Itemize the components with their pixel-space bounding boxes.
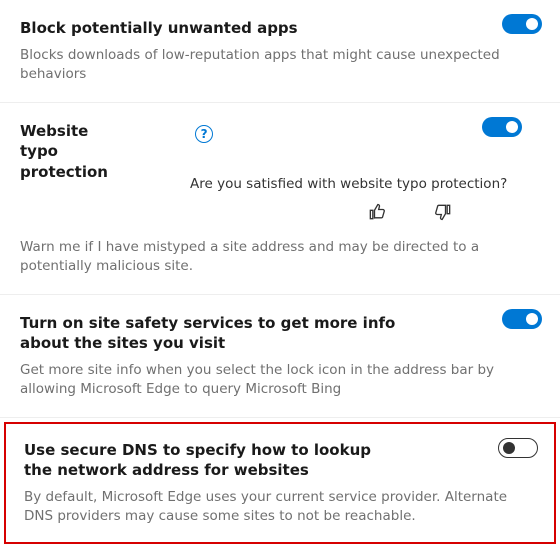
toggle-block-unwanted-apps[interactable] — [502, 14, 542, 34]
setting-description: Warn me if I have mistyped a site addres… — [20, 238, 540, 276]
feedback-prompt: Are you satisfied with website typo prot… — [190, 176, 540, 222]
setting-description: Blocks downloads of low-reputation apps … — [20, 46, 540, 84]
setting-website-typo-protection: Website typo protection ? Are you satisf… — [0, 103, 560, 295]
toggle-secure-dns[interactable] — [498, 438, 538, 458]
setting-description: By default, Microsoft Edge uses your cur… — [24, 488, 536, 526]
toggle-site-safety[interactable] — [502, 309, 542, 329]
toggle-typo-protection[interactable] — [482, 117, 522, 137]
feedback-question: Are you satisfied with website typo prot… — [190, 176, 540, 192]
setting-site-safety-services: Turn on site safety services to get more… — [0, 295, 560, 418]
setting-block-unwanted-apps: Block potentially unwanted apps Blocks d… — [0, 0, 560, 103]
setting-secure-dns: Use secure DNS to specify how to lookup … — [4, 422, 556, 544]
setting-title: Use secure DNS to specify how to lookup … — [24, 440, 464, 481]
setting-title: Block potentially unwanted apps — [20, 18, 540, 38]
setting-title: Turn on site safety services to get more… — [20, 313, 460, 354]
setting-description: Get more site info when you select the l… — [20, 361, 540, 399]
setting-title: Website typo protection — [20, 121, 140, 182]
thumbs-down-icon[interactable] — [433, 202, 453, 222]
thumbs-up-icon[interactable] — [367, 202, 387, 222]
help-icon[interactable]: ? — [195, 125, 213, 143]
